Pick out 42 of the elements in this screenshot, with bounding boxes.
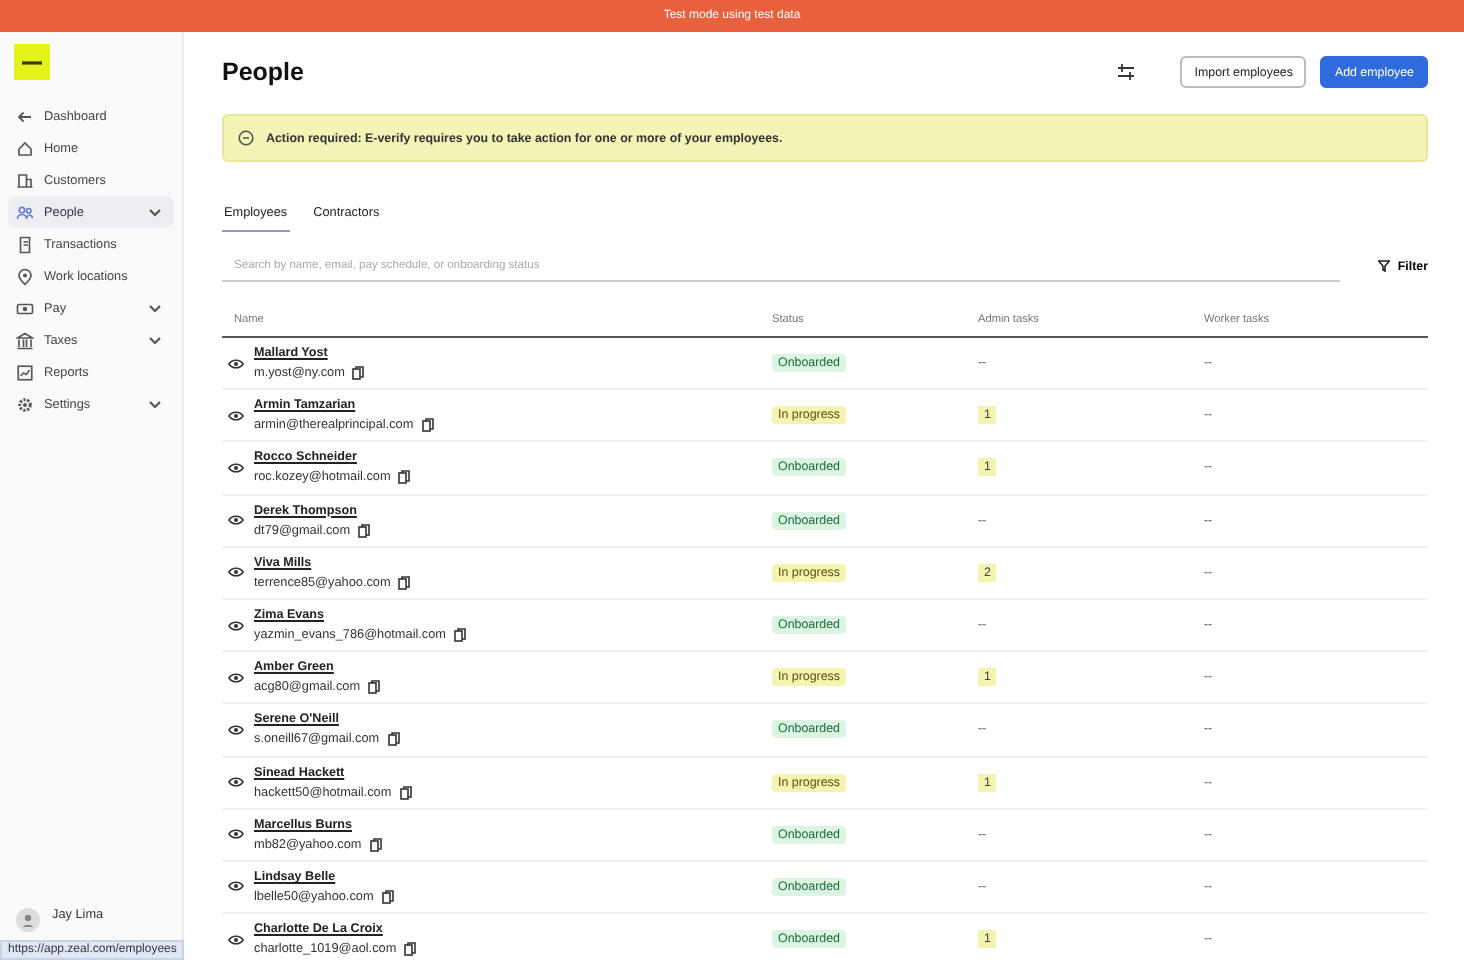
copy-icon[interactable]: [398, 575, 411, 590]
eye-icon[interactable]: [228, 619, 244, 632]
eye-icon[interactable]: [228, 357, 244, 370]
eye-icon[interactable]: [228, 671, 244, 684]
copy-icon[interactable]: [368, 680, 381, 695]
eye-icon[interactable]: [228, 933, 244, 946]
bank-icon: [16, 331, 34, 349]
eye-icon[interactable]: [228, 723, 244, 736]
filter-icon: [1377, 260, 1390, 272]
chevron-down-icon: [148, 399, 162, 409]
house-icon: [16, 139, 34, 157]
eye-icon[interactable]: [228, 880, 244, 893]
page-title: People: [222, 58, 304, 86]
chart-icon: [16, 363, 34, 381]
people-icon: [16, 203, 34, 221]
eye-icon[interactable]: [228, 461, 244, 474]
copy-icon[interactable]: [358, 523, 371, 538]
chevron-down-icon: [148, 335, 162, 345]
eye-icon[interactable]: [228, 776, 244, 789]
document-icon: [16, 235, 34, 253]
copy-icon[interactable]: [398, 470, 411, 485]
copy-icon[interactable]: [369, 837, 382, 852]
copy-icon[interactable]: [421, 418, 434, 433]
building-icon: [16, 171, 34, 189]
copy-icon[interactable]: [352, 366, 365, 381]
eye-icon[interactable]: [228, 514, 244, 527]
eye-icon[interactable]: [228, 828, 244, 841]
settings-icon: [16, 395, 34, 413]
info-icon: [238, 130, 254, 146]
banknote-icon: [16, 299, 34, 317]
copy-icon[interactable]: [404, 942, 417, 957]
arrow-left-icon: [16, 107, 34, 125]
location-pin-icon: [16, 267, 34, 285]
copy-icon[interactable]: [399, 785, 412, 800]
chevron-down-icon: [148, 303, 162, 313]
chevron-down-icon: [148, 207, 162, 217]
copy-icon[interactable]: [454, 628, 467, 643]
copy-icon[interactable]: [381, 889, 394, 904]
sliders-icon[interactable]: [1118, 64, 1135, 80]
eye-icon[interactable]: [228, 566, 244, 579]
eye-icon[interactable]: [228, 409, 244, 422]
copy-icon[interactable]: [387, 732, 400, 747]
